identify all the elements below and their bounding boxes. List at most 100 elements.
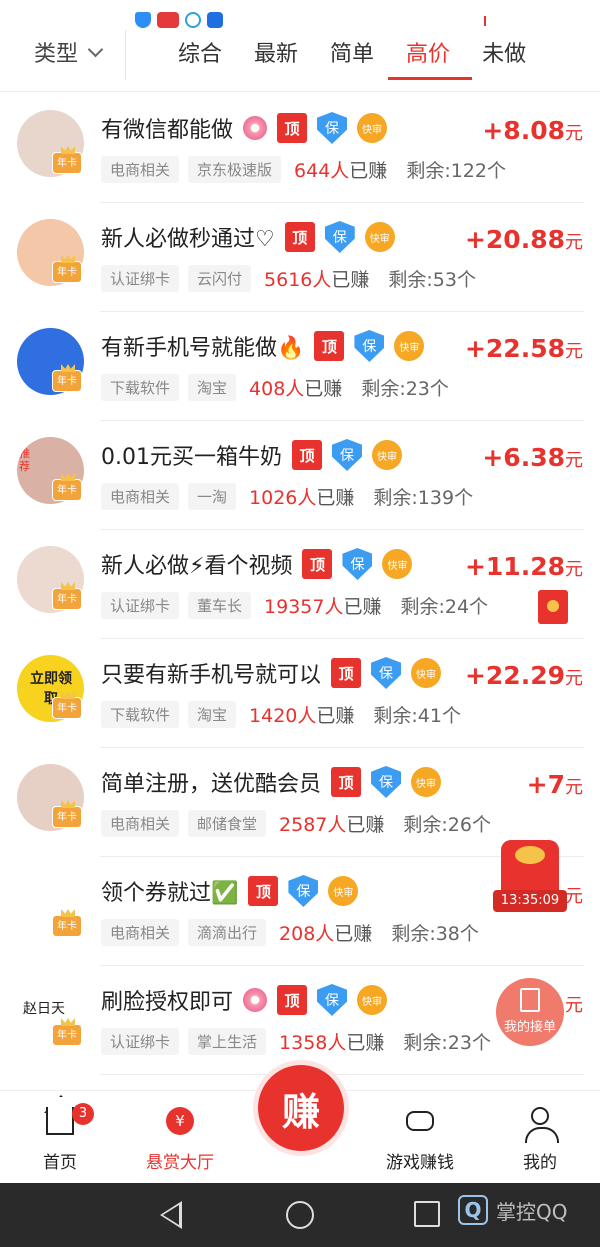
earn-button[interactable]: 赚: [258, 1065, 344, 1151]
remaining-count: 剩余:26个: [403, 814, 491, 836]
task-title: 刷脸授权即可: [101, 990, 234, 1015]
tab-not-done[interactable]: 未做: [482, 36, 526, 80]
price-unit: 元: [565, 450, 583, 471]
category-chip: 认证绑卡: [101, 592, 180, 619]
earned-suffix: 已赚: [316, 487, 355, 509]
task-title: 新人必做秒通过♡: [101, 227, 275, 252]
task-meta-row: 认证绑卡 云闪付 5616人已赚 剩余:53个: [101, 265, 476, 292]
price-unit: 元: [565, 559, 583, 580]
home-circle-icon[interactable]: [286, 1201, 314, 1229]
recent-apps-icon[interactable]: [414, 1201, 440, 1227]
app-icon: [157, 12, 179, 28]
shield-icon: [135, 12, 151, 28]
task-title-row: 有新手机号就能做🔥 顶 保 快审: [101, 330, 425, 362]
category-chip: 认证绑卡: [101, 1028, 180, 1055]
earned-number: 19357人: [264, 596, 344, 618]
task-item[interactable]: 立即领取 年卡 只要有新手机号就可以 顶 保 快审 下载软件 淘宝 1420人已…: [0, 639, 600, 748]
task-title-row: 刷脸授权即可 顶 保 快审: [101, 984, 388, 1016]
category-chip: 下载软件: [101, 374, 180, 401]
earned-count: 208人已赚: [279, 919, 372, 946]
earned-number: 408人: [249, 378, 305, 400]
bulb-icon: [207, 12, 223, 28]
category-chip: 认证绑卡: [101, 265, 180, 292]
task-item[interactable]: 年卡 有新手机号就能做🔥 顶 保 快审 下载软件 淘宝 408人已赚 剩余:23…: [0, 312, 600, 421]
earned-count: 1026人已赚: [249, 483, 354, 510]
tab-bounty-hall[interactable]: ¥ 悬赏大厅: [120, 1091, 240, 1184]
task-meta-row: 认证绑卡 掌上生活 1358人已赚 剩余:23个: [101, 1028, 491, 1055]
document-icon: [520, 988, 540, 1012]
app-chip: 淘宝: [188, 374, 237, 401]
type-filter-dropdown[interactable]: 类型: [34, 36, 104, 68]
tab-me[interactable]: 我的: [480, 1091, 600, 1184]
yuan-icon: ¥: [166, 1107, 194, 1135]
price-value: +8.08: [482, 116, 565, 145]
notification-dot: [484, 16, 486, 26]
task-item[interactable]: 年卡 有微信都能做 顶 保 快审 电商相关 京东极速版 644人已赚 剩余:12…: [0, 94, 600, 203]
fast-review-tag: 快审: [364, 222, 395, 252]
guarantee-tag: 保: [371, 766, 402, 798]
price-unit: 元: [565, 232, 583, 253]
tab-game-earn[interactable]: 游戏赚钱: [360, 1091, 480, 1184]
task-item[interactable]: 推荐 年卡 0.01元买一箱牛奶 顶 保 快审 电商相关 一淘 1026人已赚 …: [0, 421, 600, 530]
earned-count: 1358人已赚: [279, 1028, 384, 1055]
task-item[interactable]: 年卡 新人必做秒通过♡ 顶 保 快审 认证绑卡 云闪付 5616人已赚 剩余:5…: [0, 203, 600, 312]
tab-home[interactable]: 3 首页: [0, 1091, 120, 1184]
countdown-timer: 13:35:09: [493, 890, 567, 912]
task-price: +11.28元: [465, 552, 583, 581]
task-title: 领个券就过✅: [101, 881, 239, 906]
tab-game-earn-label: 游戏赚钱: [386, 1153, 454, 1173]
avatar-text: 推荐: [19, 447, 30, 473]
tab-simple[interactable]: 简单: [330, 36, 374, 80]
earned-suffix: 已赚: [343, 596, 382, 618]
task-meta-row: 电商相关 京东极速版 644人已赚 剩余:122个: [101, 156, 506, 183]
my-orders-button[interactable]: 我的接单: [496, 978, 564, 1046]
tab-home-label: 首页: [43, 1153, 77, 1173]
task-title-row: 有微信都能做 顶 保 快审: [101, 112, 388, 144]
type-filter-label: 类型: [34, 42, 79, 67]
watermark: Q 掌控QQ: [458, 1195, 567, 1225]
guarantee-tag: 保: [288, 875, 319, 907]
home-icon: [46, 1107, 74, 1135]
guarantee-tag: 保: [342, 548, 373, 580]
price-unit: 元: [565, 777, 583, 798]
tab-me-label: 我的: [523, 1153, 557, 1173]
task-item[interactable]: 年卡 新人必做⚡看个视频 顶 保 快审 认证绑卡 董车长 19357人已赚 剩余…: [0, 530, 600, 639]
pinned-tag: 顶: [302, 549, 333, 579]
remaining-count: 剩余:139个: [373, 487, 474, 509]
guarantee-tag: 保: [317, 112, 348, 144]
year-card-badge: 年卡: [52, 588, 82, 610]
price-value: +22.58: [464, 334, 565, 363]
top-filter-bar: 类型 综合 最新 简单 高价 未做: [0, 0, 600, 92]
guarantee-tag: 保: [371, 657, 402, 689]
remaining-count: 剩余:23个: [361, 378, 449, 400]
earned-suffix: 已赚: [346, 814, 385, 836]
task-price: 元: [565, 879, 583, 908]
app-chip: 一淘: [188, 483, 237, 510]
red-packet-timer[interactable]: 13:35:09: [493, 840, 567, 912]
task-title-row: 领个券就过✅ 顶 保 快审: [101, 875, 359, 907]
message-icon: [185, 12, 201, 28]
task-price: +6.38元: [482, 443, 583, 472]
red-packet-icon[interactable]: [538, 590, 568, 624]
task-meta-row: 电商相关 滴滴出行 208人已赚 剩余:38个: [101, 919, 479, 946]
remaining-count: 剩余:41个: [373, 705, 461, 727]
price-value: +11.28: [464, 552, 565, 581]
tab-newest[interactable]: 最新: [254, 36, 298, 80]
task-title: 简单注册，送优酷会员: [101, 772, 322, 797]
price-unit: 元: [565, 886, 583, 907]
tab-comprehensive[interactable]: 综合: [178, 36, 222, 80]
task-price: +22.29元: [465, 661, 583, 690]
task-title: 有微信都能做: [101, 118, 234, 143]
tab-high-price[interactable]: 高价: [388, 36, 473, 80]
guarantee-tag: 保: [354, 330, 385, 362]
category-chip: 电商相关: [101, 483, 180, 510]
earned-suffix: 已赚: [331, 269, 370, 291]
back-icon[interactable]: [160, 1201, 182, 1229]
status-icons: [135, 12, 223, 28]
task-title-row: 新人必做⚡看个视频 顶 保 快审: [101, 548, 413, 580]
system-nav-bar: Q 掌控QQ: [0, 1183, 600, 1247]
earned-count: 1420人已赚: [249, 701, 354, 728]
task-title: 只要有新手机号就可以: [101, 663, 322, 688]
earned-number: 5616人: [264, 269, 332, 291]
sort-tabs: 综合 最新 简单 高价 未做: [178, 36, 558, 80]
